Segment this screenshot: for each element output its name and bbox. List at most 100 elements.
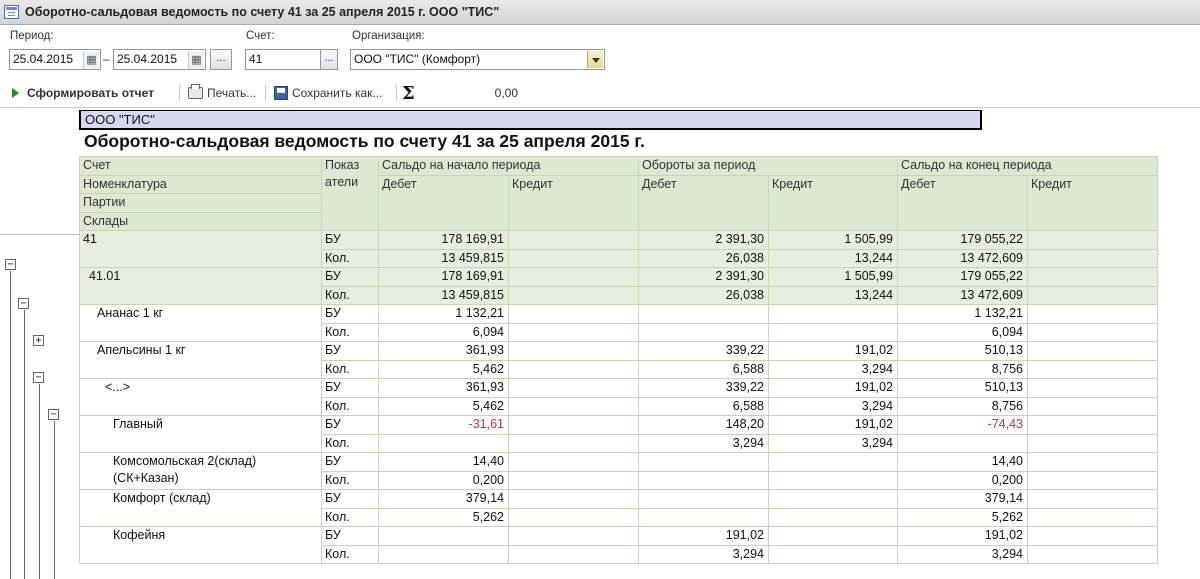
cell-closing-credit (1027, 341, 1158, 361)
indicator-cell: Кол. (321, 359, 379, 379)
cell-turnover-credit: 13,244 (768, 285, 898, 305)
indicator-cell: Кол. (321, 248, 379, 268)
table-row[interactable]: 41.01 БУ 178 169,91 2 391,30 1 505,99 179 055… (79, 267, 1158, 305)
table-row[interactable]: Ананас 1 кг БУ 1 132,21 1 132,21 (79, 304, 1158, 342)
report-sheet[interactable]: ООО "ТИС" Оборотно-сальдовая ведомость п… (0, 109, 1200, 579)
print-button[interactable]: Печать... (188, 84, 256, 102)
cell-closing-debit: 510,13 (897, 378, 1028, 398)
collapse-group-icon[interactable]: − (18, 298, 29, 309)
cell-opening-credit (508, 341, 639, 361)
cell-opening-credit (508, 285, 639, 305)
header-nomenclature: Номенклатура (79, 174, 322, 194)
report-window-icon (4, 5, 19, 19)
cell-turnover-credit: 1 505,99 (768, 267, 898, 287)
cell-opening-credit (508, 433, 639, 453)
collapse-group-icon[interactable]: − (33, 372, 44, 383)
period-dash: – (103, 52, 110, 66)
cell-turnover-credit (768, 544, 898, 564)
save-as-label: Сохранить как... (292, 86, 383, 100)
report-org-header: ООО "ТИС" (79, 110, 982, 130)
cell-closing-credit (1027, 396, 1158, 416)
cell-closing-debit: 8,756 (897, 396, 1028, 416)
sum-value: 0,00 (494, 86, 518, 100)
cell-closing-credit (1027, 248, 1158, 268)
period-from-value: 25.04.2015 (13, 52, 74, 66)
cell-turnover-debit (638, 470, 769, 490)
cell-opening-debit (378, 526, 509, 546)
table-row[interactable]: Апельсины 1 кг БУ 361,93 339,22 191,02 510,13 (79, 341, 1158, 379)
cell-opening-credit (508, 304, 639, 324)
generate-report-button[interactable]: Сформировать отчет (12, 84, 154, 102)
table-row[interactable]: Комфорт (склад) БУ 379,14 379,14 (79, 489, 1158, 527)
cell-opening-credit (508, 544, 639, 564)
indicator-cell: Кол. (321, 544, 379, 564)
cell-closing-debit: 1 132,21 (897, 304, 1028, 324)
cell-turnover-debit: 3,294 (638, 433, 769, 453)
account-input[interactable]: 41 (245, 49, 321, 70)
cell-closing-debit: 0,200 (897, 470, 1028, 490)
indicator-cell: БУ (321, 415, 379, 435)
cell-closing-credit (1027, 452, 1158, 472)
row-name: Ананас 1 кг (79, 304, 322, 342)
cell-opening-credit (508, 415, 639, 435)
cell-opening-credit (508, 230, 639, 250)
indicator-cell: БУ (321, 341, 379, 361)
cell-turnover-debit: 26,038 (638, 285, 769, 305)
account-label: Счет: (246, 30, 275, 42)
indicator-cell: Кол. (321, 433, 379, 453)
cell-opening-debit: 5,462 (378, 396, 509, 416)
table-row[interactable]: Комсомольская 2(склад) (СК+Казан) БУ 14,40 1… (79, 452, 1158, 490)
cell-closing-debit: 379,14 (897, 489, 1028, 509)
sum-button[interactable]: Σ (402, 83, 419, 104)
cell-opening-credit (508, 470, 639, 490)
header-batches: Партии (79, 193, 322, 213)
period-to-input[interactable]: 25.04.2015 ▦ (113, 49, 206, 70)
table-row[interactable]: 41 БУ 178 169,91 2 391,30 1 505,99 179 055,22 (79, 230, 1158, 268)
chevron-down-icon[interactable] (587, 51, 603, 68)
header-opening-credit: Кредит (508, 174, 639, 231)
collapse-group-icon[interactable]: − (5, 259, 16, 270)
expand-group-icon[interactable]: + (33, 335, 44, 346)
window-titlebar: Оборотно-сальдовая ведомость по счету 41… (0, 0, 1200, 25)
account-select-button[interactable]: ... (320, 49, 338, 70)
indicator-cell: БУ (321, 378, 379, 398)
cell-turnover-credit: 3,294 (768, 396, 898, 416)
cell-closing-debit: 8,756 (897, 359, 1028, 379)
cell-turnover-debit (638, 507, 769, 527)
calendar-icon[interactable]: ▦ (188, 52, 204, 69)
cell-closing-debit: 6,094 (897, 322, 1028, 342)
cell-turnover-credit (768, 507, 898, 527)
cell-turnover-credit: 191,02 (768, 415, 898, 435)
cell-opening-debit: 1 132,21 (378, 304, 509, 324)
cell-closing-credit (1027, 544, 1158, 564)
cell-opening-debit: 6,094 (378, 322, 509, 342)
cell-opening-credit (508, 452, 639, 472)
cell-turnover-credit (768, 322, 898, 342)
collapse-group-icon[interactable]: − (48, 409, 59, 420)
cell-turnover-debit (638, 304, 769, 324)
cell-turnover-debit: 191,02 (638, 526, 769, 546)
row-name: Комсомольская 2(склад) (СК+Казан) (79, 452, 322, 490)
table-row[interactable]: Главный БУ -31,61 148,20 191,02 -74,43 (79, 415, 1158, 453)
table-row[interactable]: <...> БУ 361,93 339,22 191,02 510,13 (79, 378, 1158, 416)
header-opening-balance: Сальдо на начало периода (378, 156, 639, 176)
header-indicators: Показ атели (321, 156, 379, 231)
cell-opening-credit (508, 248, 639, 268)
cell-opening-debit: 178 169,91 (378, 230, 509, 250)
cell-turnover-credit (768, 526, 898, 546)
calendar-icon[interactable]: ▦ (83, 52, 99, 69)
organization-select[interactable]: ООО "ТИС" (Комфорт) (350, 49, 605, 70)
period-select-button[interactable]: ... (210, 49, 232, 70)
printer-icon (188, 84, 203, 99)
table-row[interactable]: Кофейня БУ 191,02 191,02 (79, 526, 1158, 564)
indicator-cell: БУ (321, 230, 379, 250)
cell-opening-credit (508, 267, 639, 287)
indicator-cell: Кол. (321, 322, 379, 342)
save-as-button[interactable]: Сохранить как... (274, 84, 382, 102)
row-name: <...> (79, 378, 322, 416)
cell-closing-credit (1027, 359, 1158, 379)
period-from-input[interactable]: 25.04.2015 ▦ (9, 49, 101, 70)
cell-turnover-debit (638, 489, 769, 509)
cell-turnover-credit: 191,02 (768, 341, 898, 361)
row-name: Главный (79, 415, 322, 453)
